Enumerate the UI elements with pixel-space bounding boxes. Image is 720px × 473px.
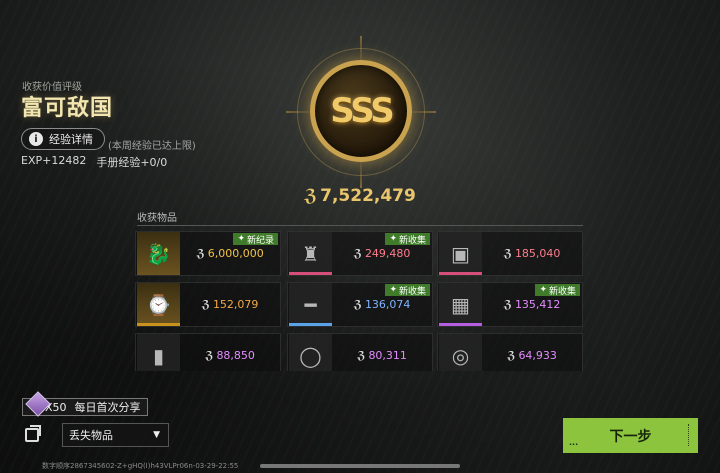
item-cell[interactable]: ▣ ℨ 185,040: [437, 231, 583, 276]
currency-icon: ℨ: [353, 247, 362, 260]
item-cell[interactable]: ▦ ℨ 135,412 ✦ 新收集: [437, 282, 583, 327]
item-value: ℨ 64,933: [482, 349, 582, 362]
items-divider: [137, 225, 583, 226]
item-value: ℨ 135,412: [482, 298, 582, 311]
item-value-amount: 80,311: [368, 349, 407, 362]
rarity-bar: [439, 272, 482, 275]
sparkle-icon: ✦: [389, 234, 397, 244]
rifle-glyph: ━: [304, 292, 317, 317]
items-title: 收获物品: [137, 213, 177, 224]
rarity-bar: [439, 323, 482, 326]
item-value-amount: 88,850: [216, 349, 255, 362]
rarity-bar: [137, 323, 180, 326]
item-cell[interactable]: ♜ ℨ 249,480 ✦ 新收集: [287, 231, 433, 276]
body-armor-plate-icon: ▣: [439, 232, 482, 275]
item-value: ℨ 80,311: [332, 349, 432, 362]
item-value: ℨ 152,079: [180, 298, 280, 311]
item-value-amount: 135,412: [514, 298, 561, 311]
handbook-exp: 手册经验+0/0: [96, 156, 168, 169]
lost-items-label: 丢失物品: [69, 429, 113, 442]
diamond-ring-icon: ◯: [289, 334, 332, 371]
item-cell[interactable]: ▮ ℨ 88,850: [135, 333, 281, 371]
item-cell[interactable]: 🐉 ℨ 6,000,000 ✦ 新纪录: [135, 231, 281, 276]
rarity-bar: [289, 323, 332, 326]
item-value-amount: 136,074: [364, 298, 411, 311]
currency-icon: ℨ: [201, 298, 210, 311]
diamond-ring-glyph: ◯: [299, 343, 322, 368]
home-indicator[interactable]: [260, 464, 460, 468]
plate-carrier-glyph: ▮: [152, 343, 164, 368]
badge-label: 新纪录: [246, 235, 274, 246]
currency-icon: ℨ: [507, 349, 516, 362]
next-button[interactable]: ... 下一步: [563, 418, 698, 453]
badge-label: 新收集: [548, 286, 576, 297]
armored-suit-glyph: ♜: [301, 241, 320, 266]
daily-share-button[interactable]: X50 每日首次分享: [22, 391, 148, 417]
exp-line: EXP+12482 手册经验+0/0: [21, 154, 167, 170]
gold-watch-glyph: ⌚: [146, 292, 171, 317]
info-icon: i: [29, 132, 43, 146]
grade-text: SSS: [330, 91, 394, 131]
export-icon[interactable]: [25, 425, 41, 442]
grade-emblem: SSS: [310, 60, 412, 162]
total-value: ℨ 7,522,479: [0, 186, 720, 206]
item-cell[interactable]: ⌚ ℨ 152,079: [135, 282, 281, 327]
gold-dragon-glyph: 🐉: [146, 241, 171, 266]
rifle-icon: ━: [289, 283, 332, 326]
item-value: ℨ 185,040: [482, 247, 582, 260]
items-grid: 🐉 ℨ 6,000,000 ✦ 新纪录 ♜ ℨ 249,480 ✦ 新收集 ▣ ℨ 185,040 ⌚ ℨ 1…: [135, 231, 585, 371]
exp-details-label: 经验详情: [49, 133, 93, 146]
sparkle-icon: ✦: [539, 285, 547, 295]
rarity-bar: [289, 272, 332, 275]
weekly-cap-text: (本周经验已达上限): [108, 141, 196, 152]
item-value-amount: 152,079: [212, 298, 259, 311]
item-value-amount: 64,933: [518, 349, 557, 362]
currency-icon: ℨ: [353, 298, 362, 311]
sparkle-icon: ✦: [237, 234, 245, 244]
new-badge: ✦ 新收集: [385, 284, 430, 297]
total-value-amount: 7,522,479: [320, 186, 416, 206]
new-badge: ✦ 新收集: [385, 233, 430, 246]
gold-ring-icon: ◎: [439, 334, 482, 371]
item-value: ℨ 249,480: [332, 247, 432, 260]
new-badge: ✦ 新收集: [535, 284, 580, 297]
currency-icon: ℨ: [503, 298, 512, 311]
dropdown-arrow-icon: ▼: [153, 430, 160, 440]
next-label: 下一步: [609, 428, 652, 445]
body-armor-plate-glyph: ▣: [451, 241, 470, 266]
backpack-glyph: ▦: [451, 292, 470, 317]
rating-title: 富可敌国: [21, 96, 114, 121]
armored-suit-icon: ♜: [289, 232, 332, 275]
item-cell[interactable]: ◯ ℨ 80,311: [287, 333, 433, 371]
exp-details-button[interactable]: i 经验详情: [21, 128, 105, 150]
item-cell[interactable]: ◎ ℨ 64,933: [437, 333, 583, 371]
currency-icon: ℨ: [304, 186, 318, 206]
exp-gain: EXP+12482: [21, 154, 87, 167]
currency-icon: ℨ: [503, 247, 512, 260]
next-hint: ...: [569, 438, 579, 447]
item-value-amount: 185,040: [514, 247, 561, 260]
plate-carrier-icon: ▮: [137, 334, 180, 371]
gold-dragon-icon: 🐉: [137, 232, 180, 275]
currency-icon: ℨ: [205, 349, 214, 362]
currency-icon: ℨ: [357, 349, 366, 362]
item-cell[interactable]: ━ ℨ 136,074 ✦ 新收集: [287, 282, 433, 327]
next-edge-decoration: [688, 424, 694, 446]
lost-items-select[interactable]: 丢失物品 ▼: [62, 423, 169, 447]
item-value: ℨ 88,850: [180, 349, 280, 362]
badge-label: 新收集: [398, 235, 426, 246]
item-value-amount: 249,480: [364, 247, 411, 260]
gold-watch-icon: ⌚: [137, 283, 180, 326]
currency-icon: ℨ: [196, 247, 205, 260]
item-value: ℨ 6,000,000: [180, 247, 280, 260]
item-value: ℨ 136,074: [332, 298, 432, 311]
gold-ring-glyph: ◎: [451, 343, 470, 368]
new-badge: ✦ 新纪录: [233, 233, 278, 246]
badge-label: 新收集: [398, 286, 426, 297]
sparkle-icon: ✦: [389, 285, 397, 295]
footer-id: 数字顺序2867345602-Z+gHQ(I)h43VLPr06n-03-29-…: [42, 462, 239, 470]
backpack-icon: ▦: [439, 283, 482, 326]
item-value-amount: 6,000,000: [207, 247, 264, 260]
share-label: 每日首次分享: [74, 401, 141, 414]
